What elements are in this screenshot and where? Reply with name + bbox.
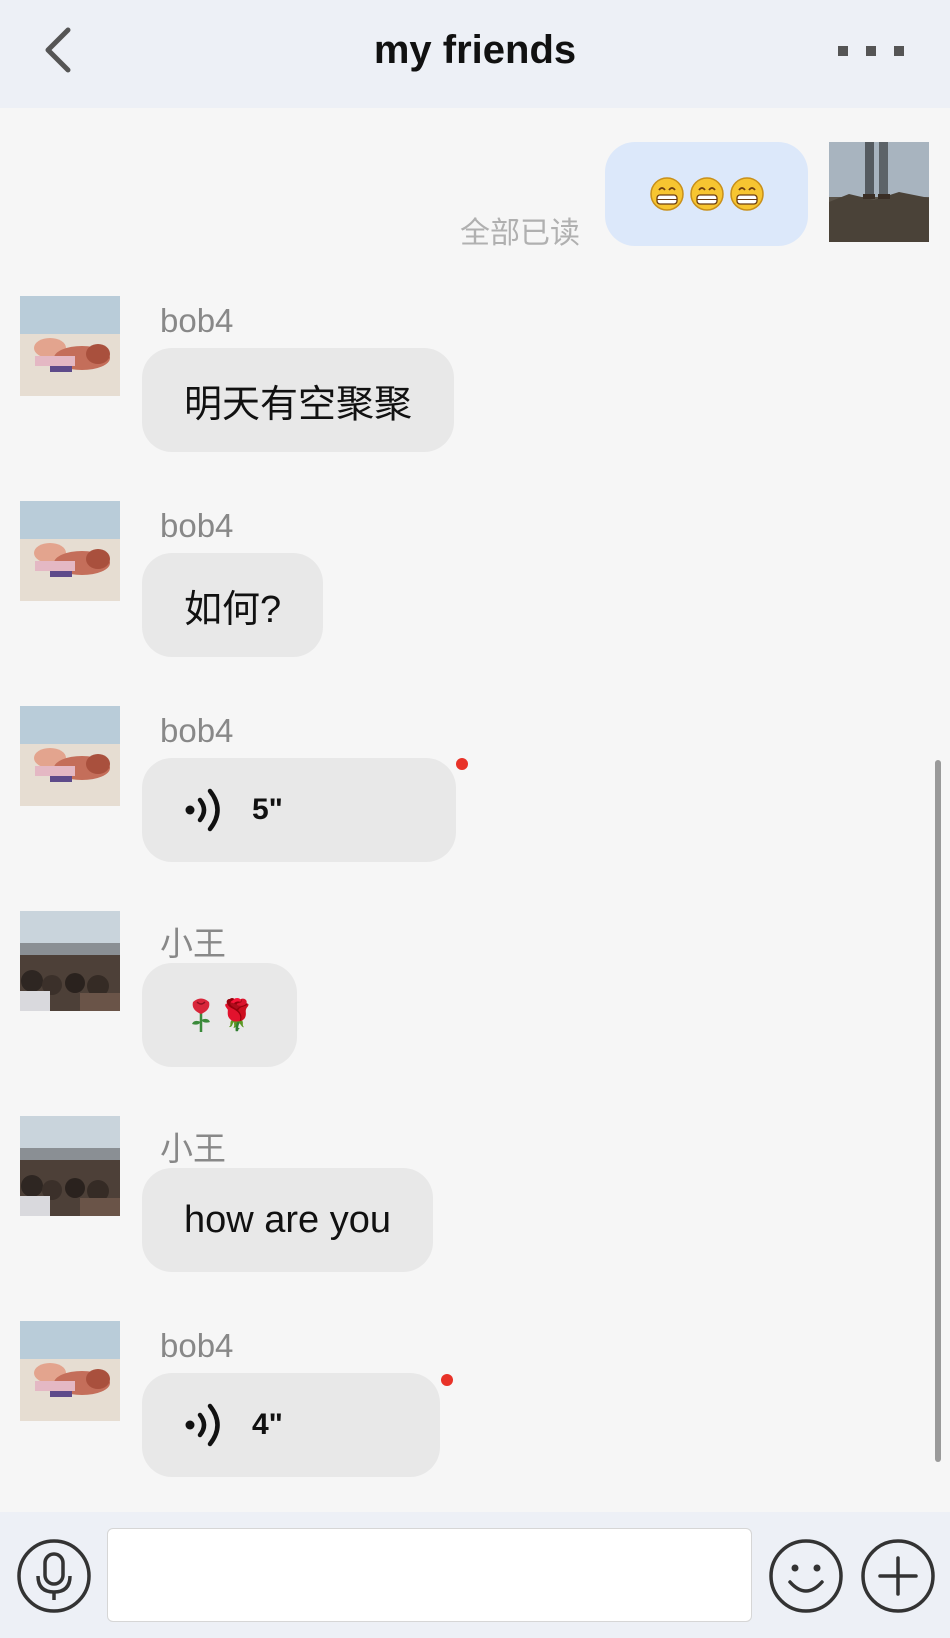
chat-scrollbar[interactable] <box>935 760 941 1462</box>
outgoing-message-bubble[interactable] <box>605 142 808 246</box>
more-dots-icon[interactable] <box>832 30 912 70</box>
unread-dot <box>441 1374 453 1386</box>
input-bar <box>0 1512 950 1638</box>
voice-message-bubble[interactable]: 5" <box>142 758 456 862</box>
unread-dot <box>456 758 468 770</box>
sender-name: bob4 <box>160 507 234 544</box>
page-title: my friends <box>373 28 577 72</box>
sender-name: 小王 <box>160 1130 226 1167</box>
avatar-xiaowang[interactable] <box>20 911 120 1011</box>
rose-emoji-icon <box>192 998 210 1032</box>
grin-emoji-icon <box>729 177 764 211</box>
voice-duration: 4" <box>252 1408 283 1441</box>
avatar-xiaowang[interactable] <box>20 1116 120 1216</box>
message-bubble[interactable]: 明天有空聚聚 <box>142 348 455 452</box>
voice-duration: 5" <box>252 793 283 826</box>
grin-emoji-icon <box>689 177 724 211</box>
sender-name: bob4 <box>160 302 234 339</box>
avatar-bob4[interactable] <box>20 706 120 806</box>
nav-header: my friends <box>0 0 950 108</box>
voice-message-bubble[interactable]: 4" <box>142 1373 440 1477</box>
message-bubble[interactable]: 🌹 <box>142 963 298 1067</box>
read-status: 全部已读 <box>460 217 580 250</box>
my-avatar[interactable] <box>829 142 929 242</box>
sender-name: bob4 <box>160 1327 234 1364</box>
avatar-bob4[interactable] <box>20 1321 120 1421</box>
avatar-bob4[interactable] <box>20 296 120 396</box>
sender-name: bob4 <box>160 712 234 749</box>
smiley-icon[interactable] <box>768 1538 844 1614</box>
sender-name: 小王 <box>160 925 226 962</box>
message-input[interactable] <box>107 1528 752 1622</box>
chat-list[interactable]: 全部已读 bob4 明天有空聚聚 bob4 如何? bob4 5" 小王 🌹 小… <box>0 108 950 1512</box>
avatar-bob4[interactable] <box>20 501 120 601</box>
grin-emoji-icon <box>649 177 684 211</box>
voice-wave-icon <box>184 1401 226 1449</box>
message-bubble[interactable]: 如何? <box>142 553 324 657</box>
message-bubble[interactable]: how are you <box>142 1168 434 1272</box>
microphone-icon[interactable] <box>16 1538 92 1614</box>
voice-wave-icon <box>184 786 226 834</box>
plus-circle-icon[interactable] <box>860 1538 936 1614</box>
